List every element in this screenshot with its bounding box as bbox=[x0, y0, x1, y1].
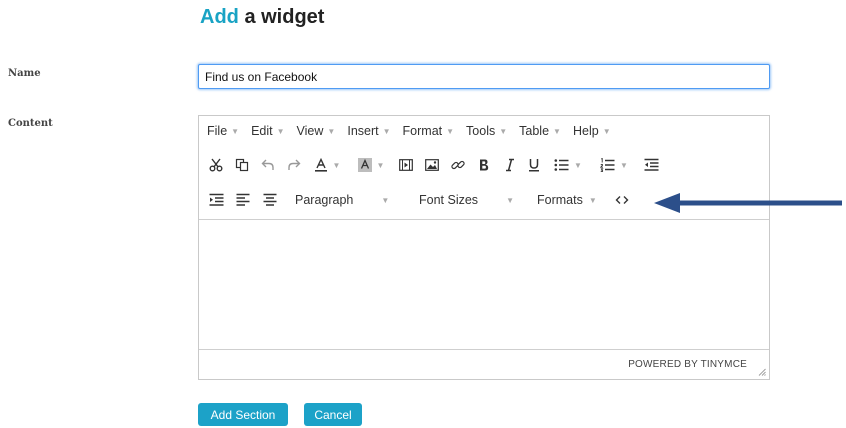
name-label: Name bbox=[8, 68, 41, 79]
copy-icon bbox=[235, 158, 249, 172]
menu-view[interactable]: View ▼ bbox=[297, 124, 336, 138]
bullet-list-icon bbox=[554, 159, 569, 171]
copy-button[interactable] bbox=[231, 152, 253, 178]
align-left-icon bbox=[236, 193, 250, 206]
background-color-icon bbox=[357, 158, 372, 172]
menu-tools[interactable]: Tools ▼ bbox=[466, 124, 507, 138]
caret-down-icon: ▼ bbox=[620, 160, 628, 170]
font-sizes-select[interactable]: Font Sizes ▼ bbox=[419, 187, 525, 213]
arrow-pointer-icon bbox=[654, 193, 842, 213]
bold-button[interactable] bbox=[473, 152, 495, 178]
editor-toolbar-row-1: ▼ ▼ ▼ ▼ bbox=[199, 152, 769, 178]
menu-help-label: Help bbox=[572, 124, 599, 138]
editor-menubar: File ▼ Edit ▼ View ▼ Insert ▼ Format ▼ Tools ▼… bbox=[199, 116, 769, 146]
caret-down-icon: ▼ bbox=[574, 160, 582, 170]
editor-content-area[interactable] bbox=[199, 219, 769, 350]
menu-format-label: Format bbox=[402, 124, 443, 138]
powered-by-tinymce[interactable]: POWERED BY TINYMCE bbox=[628, 359, 747, 370]
caret-down-icon: ▼ bbox=[231, 126, 240, 136]
resize-handle-icon[interactable] bbox=[758, 368, 766, 376]
bold-icon bbox=[480, 159, 489, 171]
media-button[interactable] bbox=[395, 152, 417, 178]
page-title: Add a widget bbox=[200, 6, 324, 29]
caret-down-icon: ▼ bbox=[332, 160, 341, 170]
media-icon bbox=[399, 159, 413, 171]
menu-file[interactable]: File ▼ bbox=[207, 124, 239, 138]
align-center-icon bbox=[263, 193, 277, 206]
caret-down-icon: ▼ bbox=[588, 195, 597, 205]
menu-tools-label: Tools bbox=[466, 124, 496, 138]
align-center-button[interactable] bbox=[259, 187, 281, 213]
formats-select-label: Formats bbox=[537, 193, 583, 207]
image-icon bbox=[425, 159, 439, 171]
background-color-button[interactable]: ▼ bbox=[351, 152, 391, 178]
menu-edit[interactable]: Edit ▼ bbox=[251, 124, 284, 138]
italic-button[interactable] bbox=[499, 152, 521, 178]
redo-button[interactable] bbox=[283, 152, 305, 178]
menu-insert-label: Insert bbox=[347, 124, 379, 138]
bullet-list-button[interactable]: ▼ bbox=[547, 152, 589, 178]
name-input[interactable] bbox=[198, 64, 770, 89]
cut-button[interactable] bbox=[205, 152, 227, 178]
rich-text-editor: File ▼ Edit ▼ View ▼ Insert ▼ Format ▼ Tools ▼… bbox=[198, 115, 770, 380]
font-sizes-select-label: Font Sizes bbox=[419, 193, 479, 207]
formats-select[interactable]: Formats ▼ bbox=[537, 187, 609, 213]
indent-icon bbox=[209, 193, 223, 206]
numbered-list-button[interactable]: ▼ bbox=[593, 152, 635, 178]
cancel-button[interactable]: Cancel bbox=[304, 403, 362, 426]
numbered-list-icon bbox=[600, 158, 615, 172]
indent-button[interactable] bbox=[205, 187, 227, 213]
menu-insert[interactable]: Insert ▼ bbox=[347, 124, 390, 138]
caret-down-icon: ▼ bbox=[446, 126, 455, 136]
text-color-button[interactable]: ▼ bbox=[307, 152, 347, 178]
editor-statusbar: POWERED BY TINYMCE bbox=[199, 349, 769, 379]
caret-down-icon: ▼ bbox=[276, 126, 285, 136]
menu-table-label: Table bbox=[519, 124, 550, 138]
paragraph-select[interactable]: Paragraph ▼ bbox=[295, 187, 413, 213]
cut-icon bbox=[209, 158, 223, 172]
menu-view-label: View bbox=[296, 124, 324, 138]
paragraph-select-label: Paragraph bbox=[295, 193, 354, 207]
undo-button[interactable] bbox=[257, 152, 279, 178]
menu-format[interactable]: Format ▼ bbox=[403, 124, 455, 138]
source-code-button[interactable] bbox=[611, 187, 633, 213]
underline-button[interactable] bbox=[523, 152, 545, 178]
content-label: Content bbox=[8, 118, 53, 129]
caret-down-icon: ▼ bbox=[327, 126, 336, 136]
redo-icon bbox=[288, 159, 301, 170]
caret-down-icon: ▼ bbox=[376, 160, 385, 170]
menu-table[interactable]: Table ▼ bbox=[519, 124, 561, 138]
menu-file-label: File bbox=[207, 124, 228, 138]
caret-down-icon: ▼ bbox=[499, 126, 508, 136]
italic-icon bbox=[506, 158, 514, 172]
caret-down-icon: ▼ bbox=[382, 126, 391, 136]
outdent-button[interactable] bbox=[639, 152, 663, 178]
page-title-rest: a widget bbox=[238, 6, 325, 28]
caret-down-icon: ▼ bbox=[381, 195, 390, 205]
page-title-accent: Add bbox=[200, 6, 239, 28]
menu-help[interactable]: Help ▼ bbox=[573, 124, 611, 138]
link-button[interactable] bbox=[447, 152, 469, 178]
image-button[interactable] bbox=[421, 152, 443, 178]
undo-icon bbox=[261, 159, 274, 170]
link-icon bbox=[451, 160, 465, 170]
add-section-button[interactable]: Add Section bbox=[198, 403, 288, 426]
outdent-icon bbox=[644, 158, 658, 171]
text-color-icon bbox=[314, 158, 327, 172]
caret-down-icon: ▼ bbox=[602, 126, 611, 136]
underline-icon bbox=[529, 159, 539, 172]
caret-down-icon: ▼ bbox=[553, 126, 561, 136]
align-left-button[interactable] bbox=[232, 187, 254, 213]
menu-edit-label: Edit bbox=[251, 124, 273, 138]
caret-down-icon: ▼ bbox=[506, 195, 514, 205]
code-icon bbox=[615, 196, 629, 204]
